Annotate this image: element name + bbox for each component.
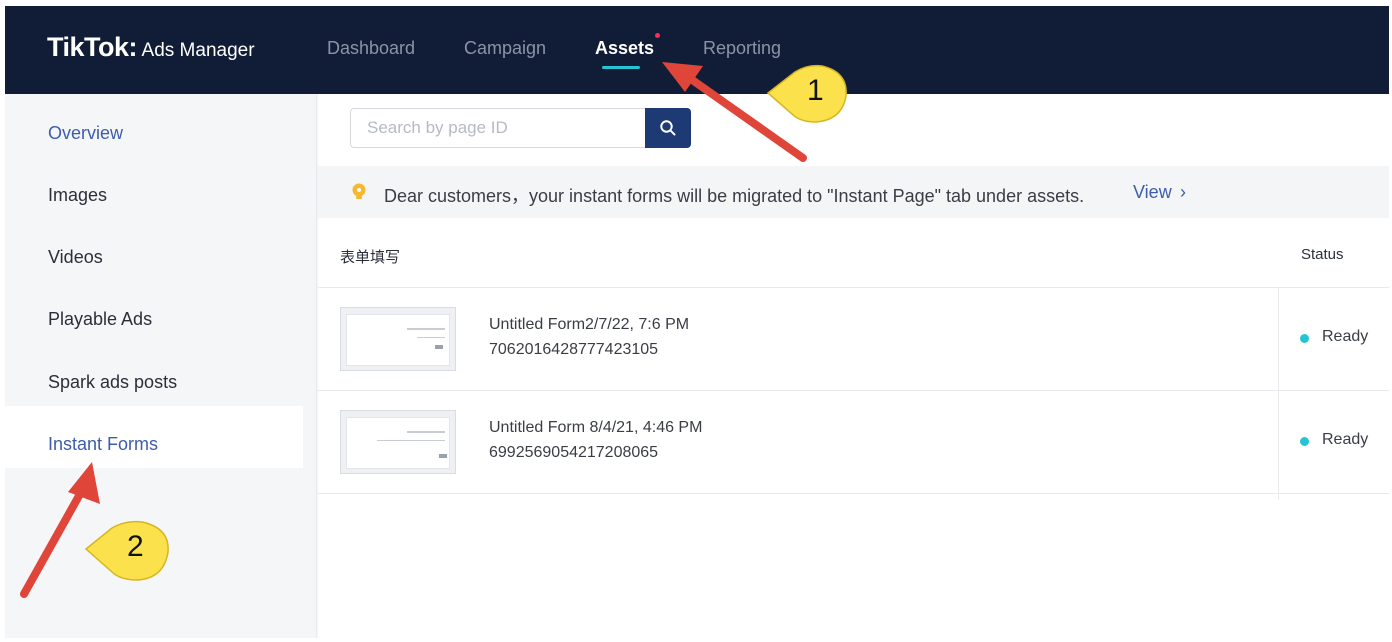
sidebar-item-instant-forms[interactable]: Instant Forms [48, 434, 158, 455]
form-name[interactable]: Untitled Form2/7/22, 7:6 PM [489, 316, 689, 334]
logo-brand: TikTok [47, 32, 129, 62]
migration-notice-banner: Dear customers，your instant forms will b… [318, 166, 1389, 218]
sidebar-item-spark-ads-posts[interactable]: Spark ads posts [48, 372, 177, 393]
callout-1-number: 1 [807, 74, 824, 107]
form-name[interactable]: Untitled Form 8/4/21, 4:46 PM [489, 419, 702, 437]
callout-2-number: 2 [127, 530, 144, 563]
top-navbar: TikTok : Ads Manager Dashboard Campaign … [5, 6, 1389, 94]
search-input[interactable] [350, 108, 646, 148]
notice-view-link[interactable]: View [1133, 182, 1172, 203]
lightbulb-icon [352, 183, 366, 199]
sidebar-item-videos[interactable]: Videos [48, 247, 103, 268]
search-icon [660, 120, 676, 136]
logo-colon: : [128, 32, 138, 62]
sidebar-item-overview[interactable]: Overview [48, 123, 123, 144]
status-dot-icon [1300, 437, 1309, 446]
header-form-name: 表单填写 [340, 249, 401, 266]
search-button[interactable] [645, 108, 691, 148]
chevron-right-icon[interactable]: › [1180, 182, 1186, 203]
status-badge: Ready [1322, 328, 1369, 345]
sidebar-item-playable-ads[interactable]: Playable Ads [48, 309, 152, 330]
notice-text: Dear customers，your instant forms will b… [384, 186, 1085, 206]
sidebar-item-images[interactable]: Images [48, 185, 107, 206]
notification-dot [655, 33, 660, 38]
main-content: Dear customers，your instant forms will b… [318, 94, 1389, 638]
status-badge: Ready [1322, 431, 1369, 448]
tab-assets[interactable]: Assets [595, 38, 654, 59]
app-frame: TikTok : Ads Manager Dashboard Campaign … [5, 6, 1389, 638]
sidebar: Overview Images Videos Playable Ads Spar… [5, 94, 317, 638]
table-row[interactable]: Untitled Form 8/4/21, 4:46 PM 6992569054… [318, 391, 1389, 494]
table-row[interactable]: Untitled Form2/7/22, 7:6 PM 706201642877… [318, 288, 1389, 391]
header-status: Status [1301, 246, 1344, 263]
tab-dashboard[interactable]: Dashboard [327, 38, 415, 59]
form-id: 7062016428777423105 [489, 341, 659, 358]
search-row [318, 94, 1389, 166]
tab-campaign[interactable]: Campaign [464, 38, 546, 59]
active-tab-indicator [602, 66, 640, 69]
tab-reporting[interactable]: Reporting [703, 38, 781, 59]
form-thumbnail[interactable] [340, 410, 456, 474]
form-id: 6992569054217208065 [489, 444, 659, 461]
forms-table: 表单填写 Status Untitled Form2/7/22, 7:6 PM … [318, 218, 1389, 500]
table-header: 表单填写 Status [318, 218, 1389, 288]
form-thumbnail[interactable] [340, 307, 456, 371]
status-dot-icon [1300, 334, 1309, 343]
tiktok-ads-manager-logo[interactable]: TikTok : Ads Manager [47, 32, 255, 63]
logo-product: Ads Manager [141, 40, 255, 61]
